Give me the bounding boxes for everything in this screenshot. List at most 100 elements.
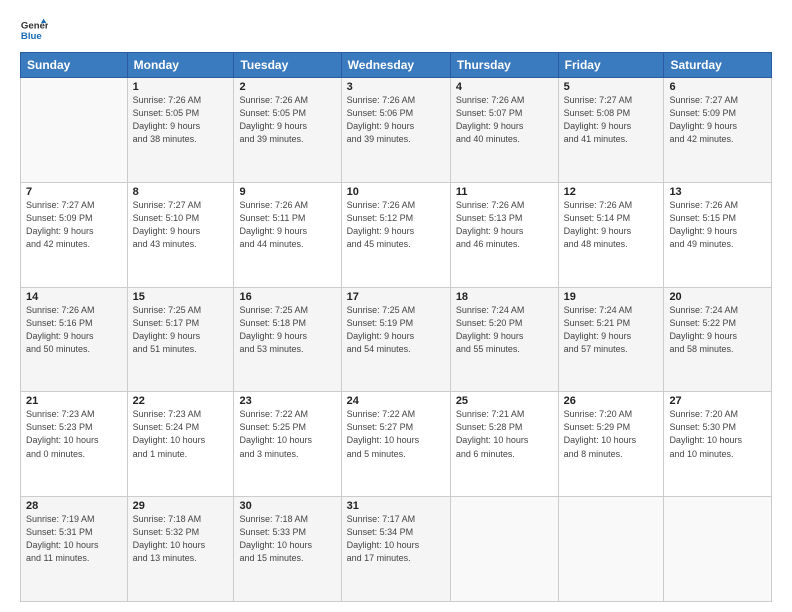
day-number: 29 xyxy=(133,500,229,512)
day-number: 19 xyxy=(564,291,659,303)
day-number: 11 xyxy=(456,186,553,198)
calendar-cell: 13Sunrise: 7:26 AM Sunset: 5:15 PM Dayli… xyxy=(664,182,772,287)
day-info: Sunrise: 7:26 AM Sunset: 5:05 PM Dayligh… xyxy=(239,94,335,146)
day-number: 3 xyxy=(347,81,445,93)
calendar-cell: 5Sunrise: 7:27 AM Sunset: 5:08 PM Daylig… xyxy=(558,78,664,183)
calendar-cell: 23Sunrise: 7:22 AM Sunset: 5:25 PM Dayli… xyxy=(234,392,341,497)
day-info: Sunrise: 7:26 AM Sunset: 5:15 PM Dayligh… xyxy=(669,199,766,251)
day-info: Sunrise: 7:26 AM Sunset: 5:13 PM Dayligh… xyxy=(456,199,553,251)
calendar-cell: 2Sunrise: 7:26 AM Sunset: 5:05 PM Daylig… xyxy=(234,78,341,183)
calendar-week-row: 14Sunrise: 7:26 AM Sunset: 5:16 PM Dayli… xyxy=(21,287,772,392)
calendar-cell: 4Sunrise: 7:26 AM Sunset: 5:07 PM Daylig… xyxy=(450,78,558,183)
day-number: 15 xyxy=(133,291,229,303)
page: General Blue SundayMondayTuesdayWednesda… xyxy=(0,0,792,612)
calendar-table: SundayMondayTuesdayWednesdayThursdayFrid… xyxy=(20,52,772,602)
day-info: Sunrise: 7:26 AM Sunset: 5:05 PM Dayligh… xyxy=(133,94,229,146)
day-number: 25 xyxy=(456,395,553,407)
calendar-cell: 14Sunrise: 7:26 AM Sunset: 5:16 PM Dayli… xyxy=(21,287,128,392)
day-info: Sunrise: 7:21 AM Sunset: 5:28 PM Dayligh… xyxy=(456,408,553,460)
day-info: Sunrise: 7:23 AM Sunset: 5:24 PM Dayligh… xyxy=(133,408,229,460)
day-number: 20 xyxy=(669,291,766,303)
calendar-week-row: 28Sunrise: 7:19 AM Sunset: 5:31 PM Dayli… xyxy=(21,497,772,602)
calendar-cell: 30Sunrise: 7:18 AM Sunset: 5:33 PM Dayli… xyxy=(234,497,341,602)
calendar-week-row: 1Sunrise: 7:26 AM Sunset: 5:05 PM Daylig… xyxy=(21,78,772,183)
day-number: 26 xyxy=(564,395,659,407)
day-info: Sunrise: 7:26 AM Sunset: 5:07 PM Dayligh… xyxy=(456,94,553,146)
day-info: Sunrise: 7:25 AM Sunset: 5:18 PM Dayligh… xyxy=(239,304,335,356)
day-info: Sunrise: 7:19 AM Sunset: 5:31 PM Dayligh… xyxy=(26,513,122,565)
day-number: 6 xyxy=(669,81,766,93)
calendar-cell: 24Sunrise: 7:22 AM Sunset: 5:27 PM Dayli… xyxy=(341,392,450,497)
day-info: Sunrise: 7:27 AM Sunset: 5:10 PM Dayligh… xyxy=(133,199,229,251)
logo: General Blue xyxy=(20,16,48,44)
calendar-cell xyxy=(450,497,558,602)
calendar-cell xyxy=(664,497,772,602)
day-number: 13 xyxy=(669,186,766,198)
calendar-week-row: 21Sunrise: 7:23 AM Sunset: 5:23 PM Dayli… xyxy=(21,392,772,497)
day-info: Sunrise: 7:22 AM Sunset: 5:25 PM Dayligh… xyxy=(239,408,335,460)
svg-text:Blue: Blue xyxy=(21,31,42,42)
calendar-cell: 3Sunrise: 7:26 AM Sunset: 5:06 PM Daylig… xyxy=(341,78,450,183)
day-number: 22 xyxy=(133,395,229,407)
weekday-header: Tuesday xyxy=(234,53,341,78)
calendar-cell: 10Sunrise: 7:26 AM Sunset: 5:12 PM Dayli… xyxy=(341,182,450,287)
calendar-cell: 20Sunrise: 7:24 AM Sunset: 5:22 PM Dayli… xyxy=(664,287,772,392)
day-info: Sunrise: 7:26 AM Sunset: 5:11 PM Dayligh… xyxy=(239,199,335,251)
day-number: 30 xyxy=(239,500,335,512)
day-number: 31 xyxy=(347,500,445,512)
logo-icon: General Blue xyxy=(20,16,48,44)
day-info: Sunrise: 7:27 AM Sunset: 5:09 PM Dayligh… xyxy=(669,94,766,146)
calendar-cell: 29Sunrise: 7:18 AM Sunset: 5:32 PM Dayli… xyxy=(127,497,234,602)
day-number: 1 xyxy=(133,81,229,93)
calendar-cell: 31Sunrise: 7:17 AM Sunset: 5:34 PM Dayli… xyxy=(341,497,450,602)
day-info: Sunrise: 7:26 AM Sunset: 5:14 PM Dayligh… xyxy=(564,199,659,251)
weekday-header: Thursday xyxy=(450,53,558,78)
day-number: 9 xyxy=(239,186,335,198)
calendar-cell: 1Sunrise: 7:26 AM Sunset: 5:05 PM Daylig… xyxy=(127,78,234,183)
day-number: 7 xyxy=(26,186,122,198)
calendar-cell: 21Sunrise: 7:23 AM Sunset: 5:23 PM Dayli… xyxy=(21,392,128,497)
day-info: Sunrise: 7:24 AM Sunset: 5:21 PM Dayligh… xyxy=(564,304,659,356)
day-number: 17 xyxy=(347,291,445,303)
day-info: Sunrise: 7:24 AM Sunset: 5:22 PM Dayligh… xyxy=(669,304,766,356)
day-number: 27 xyxy=(669,395,766,407)
calendar-cell: 8Sunrise: 7:27 AM Sunset: 5:10 PM Daylig… xyxy=(127,182,234,287)
day-info: Sunrise: 7:27 AM Sunset: 5:08 PM Dayligh… xyxy=(564,94,659,146)
calendar-cell: 17Sunrise: 7:25 AM Sunset: 5:19 PM Dayli… xyxy=(341,287,450,392)
day-number: 8 xyxy=(133,186,229,198)
day-number: 28 xyxy=(26,500,122,512)
weekday-header: Monday xyxy=(127,53,234,78)
day-info: Sunrise: 7:26 AM Sunset: 5:16 PM Dayligh… xyxy=(26,304,122,356)
day-number: 5 xyxy=(564,81,659,93)
day-info: Sunrise: 7:20 AM Sunset: 5:30 PM Dayligh… xyxy=(669,408,766,460)
weekday-header-row: SundayMondayTuesdayWednesdayThursdayFrid… xyxy=(21,53,772,78)
calendar-cell: 7Sunrise: 7:27 AM Sunset: 5:09 PM Daylig… xyxy=(21,182,128,287)
weekday-header: Wednesday xyxy=(341,53,450,78)
day-number: 18 xyxy=(456,291,553,303)
day-number: 24 xyxy=(347,395,445,407)
day-info: Sunrise: 7:27 AM Sunset: 5:09 PM Dayligh… xyxy=(26,199,122,251)
calendar-cell: 26Sunrise: 7:20 AM Sunset: 5:29 PM Dayli… xyxy=(558,392,664,497)
day-number: 23 xyxy=(239,395,335,407)
day-number: 14 xyxy=(26,291,122,303)
day-info: Sunrise: 7:18 AM Sunset: 5:33 PM Dayligh… xyxy=(239,513,335,565)
day-info: Sunrise: 7:26 AM Sunset: 5:06 PM Dayligh… xyxy=(347,94,445,146)
calendar-cell: 15Sunrise: 7:25 AM Sunset: 5:17 PM Dayli… xyxy=(127,287,234,392)
calendar-cell: 12Sunrise: 7:26 AM Sunset: 5:14 PM Dayli… xyxy=(558,182,664,287)
calendar-cell: 25Sunrise: 7:21 AM Sunset: 5:28 PM Dayli… xyxy=(450,392,558,497)
weekday-header: Saturday xyxy=(664,53,772,78)
day-number: 2 xyxy=(239,81,335,93)
calendar-cell: 11Sunrise: 7:26 AM Sunset: 5:13 PM Dayli… xyxy=(450,182,558,287)
calendar-cell: 16Sunrise: 7:25 AM Sunset: 5:18 PM Dayli… xyxy=(234,287,341,392)
day-number: 16 xyxy=(239,291,335,303)
day-info: Sunrise: 7:22 AM Sunset: 5:27 PM Dayligh… xyxy=(347,408,445,460)
day-number: 10 xyxy=(347,186,445,198)
calendar-week-row: 7Sunrise: 7:27 AM Sunset: 5:09 PM Daylig… xyxy=(21,182,772,287)
day-info: Sunrise: 7:24 AM Sunset: 5:20 PM Dayligh… xyxy=(456,304,553,356)
calendar-cell: 6Sunrise: 7:27 AM Sunset: 5:09 PM Daylig… xyxy=(664,78,772,183)
calendar-cell: 22Sunrise: 7:23 AM Sunset: 5:24 PM Dayli… xyxy=(127,392,234,497)
day-info: Sunrise: 7:26 AM Sunset: 5:12 PM Dayligh… xyxy=(347,199,445,251)
day-info: Sunrise: 7:18 AM Sunset: 5:32 PM Dayligh… xyxy=(133,513,229,565)
weekday-header: Sunday xyxy=(21,53,128,78)
calendar-cell: 18Sunrise: 7:24 AM Sunset: 5:20 PM Dayli… xyxy=(450,287,558,392)
